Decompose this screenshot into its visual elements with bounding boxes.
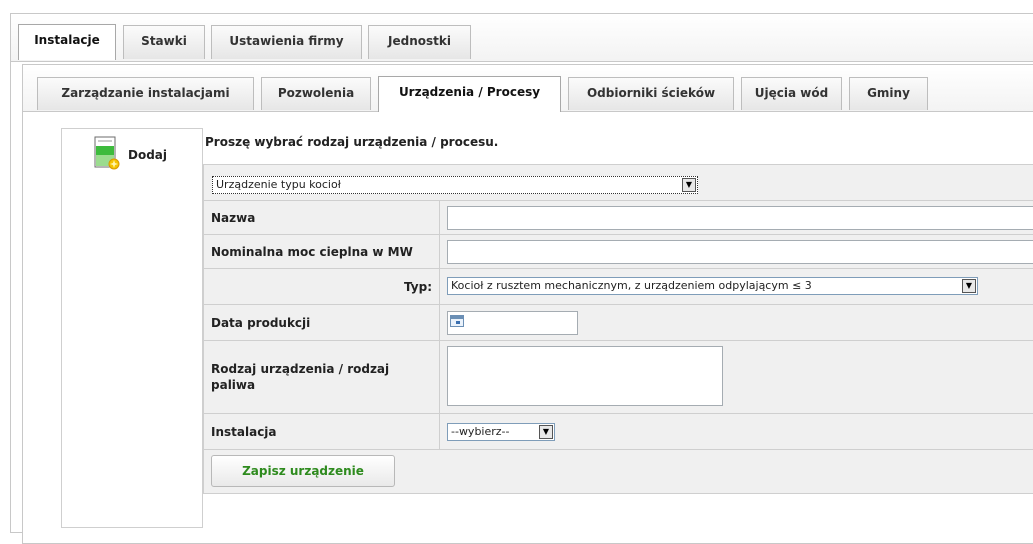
add-button[interactable]: Dodaj bbox=[94, 136, 194, 176]
tab-ustawienia-firmy[interactable]: Ustawienia firmy bbox=[211, 25, 362, 59]
chevron-down-icon: ▼ bbox=[682, 178, 696, 192]
tab-gminy[interactable]: Gminy bbox=[849, 77, 928, 110]
actions-panel: Dodaj bbox=[61, 128, 203, 528]
tab-zarzadzanie-instalacjami[interactable]: Zarządzanie instalacjami bbox=[37, 77, 254, 110]
tab-instalacje[interactable]: Instalacje bbox=[18, 24, 116, 60]
type-label: Typ: bbox=[204, 269, 440, 304]
type-value: Kocioł z rusztem mechanicznym, z urządze… bbox=[451, 279, 812, 292]
installation-select[interactable]: --wybierz-- ▼ bbox=[447, 423, 555, 441]
device-type-select[interactable]: Urządzenie typu kocioł ▼ bbox=[212, 176, 698, 194]
kind-label: Rodzaj urządzenia / rodzaj paliwa bbox=[204, 341, 440, 413]
tab-pozwolenia[interactable]: Pozwolenia bbox=[261, 77, 371, 110]
kind-textarea[interactable] bbox=[447, 346, 723, 406]
chevron-down-icon: ▼ bbox=[539, 425, 553, 439]
production-date-row: Data produkcji bbox=[203, 305, 1033, 341]
installation-row: Instalacja --wybierz-- ▼ bbox=[203, 414, 1033, 450]
save-row: Zapisz urządzenie bbox=[203, 450, 1033, 494]
installation-label: Instalacja bbox=[204, 414, 440, 449]
chevron-down-icon: ▼ bbox=[962, 279, 976, 293]
name-input[interactable] bbox=[447, 206, 1033, 230]
calendar-icon[interactable] bbox=[450, 315, 464, 327]
form-heading: Proszę wybrać rodzaj urządzenia / proces… bbox=[205, 135, 499, 149]
production-date-input[interactable] bbox=[447, 311, 578, 335]
production-date-label: Data produkcji bbox=[204, 305, 440, 340]
save-device-button[interactable]: Zapisz urządzenie bbox=[211, 455, 395, 487]
type-row: Typ: Kocioł z rusztem mechanicznym, z ur… bbox=[203, 269, 1033, 305]
kind-row: Rodzaj urządzenia / rodzaj paliwa bbox=[203, 341, 1033, 414]
power-label: Nominalna moc cieplna w MW bbox=[204, 235, 440, 268]
add-document-icon bbox=[94, 136, 120, 170]
tab-ujecia-wod[interactable]: Ujęcia wód bbox=[741, 77, 842, 110]
type-select[interactable]: Kocioł z rusztem mechanicznym, z urządze… bbox=[447, 277, 978, 295]
tab-stawki[interactable]: Stawki bbox=[123, 25, 205, 59]
name-label: Nazwa bbox=[204, 201, 440, 234]
sub-tab-bar: Zarządzanie instalacjami Pozwolenia Urzą… bbox=[23, 65, 1033, 112]
main-tab-bar: Instalacje Stawki Ustawienia firmy Jedno… bbox=[11, 14, 1033, 62]
device-type-row: Urządzenie typu kocioł ▼ bbox=[203, 165, 1033, 201]
power-input[interactable] bbox=[447, 240, 1033, 264]
tab-odbiorniki-sciekow[interactable]: Odbiorniki ścieków bbox=[568, 77, 734, 110]
device-form: Urządzenie typu kocioł ▼ Nazwa Nominalna… bbox=[203, 164, 1033, 494]
power-row: Nominalna moc cieplna w MW bbox=[203, 235, 1033, 269]
installation-value: --wybierz-- bbox=[451, 425, 510, 438]
name-row: Nazwa bbox=[203, 201, 1033, 235]
device-type-value: Urządzenie typu kocioł bbox=[216, 178, 341, 191]
add-label: Dodaj bbox=[128, 148, 168, 162]
tab-urzadzenia-procesy[interactable]: Urządzenia / Procesy bbox=[378, 76, 561, 112]
tab-jednostki[interactable]: Jednostki bbox=[368, 25, 471, 59]
